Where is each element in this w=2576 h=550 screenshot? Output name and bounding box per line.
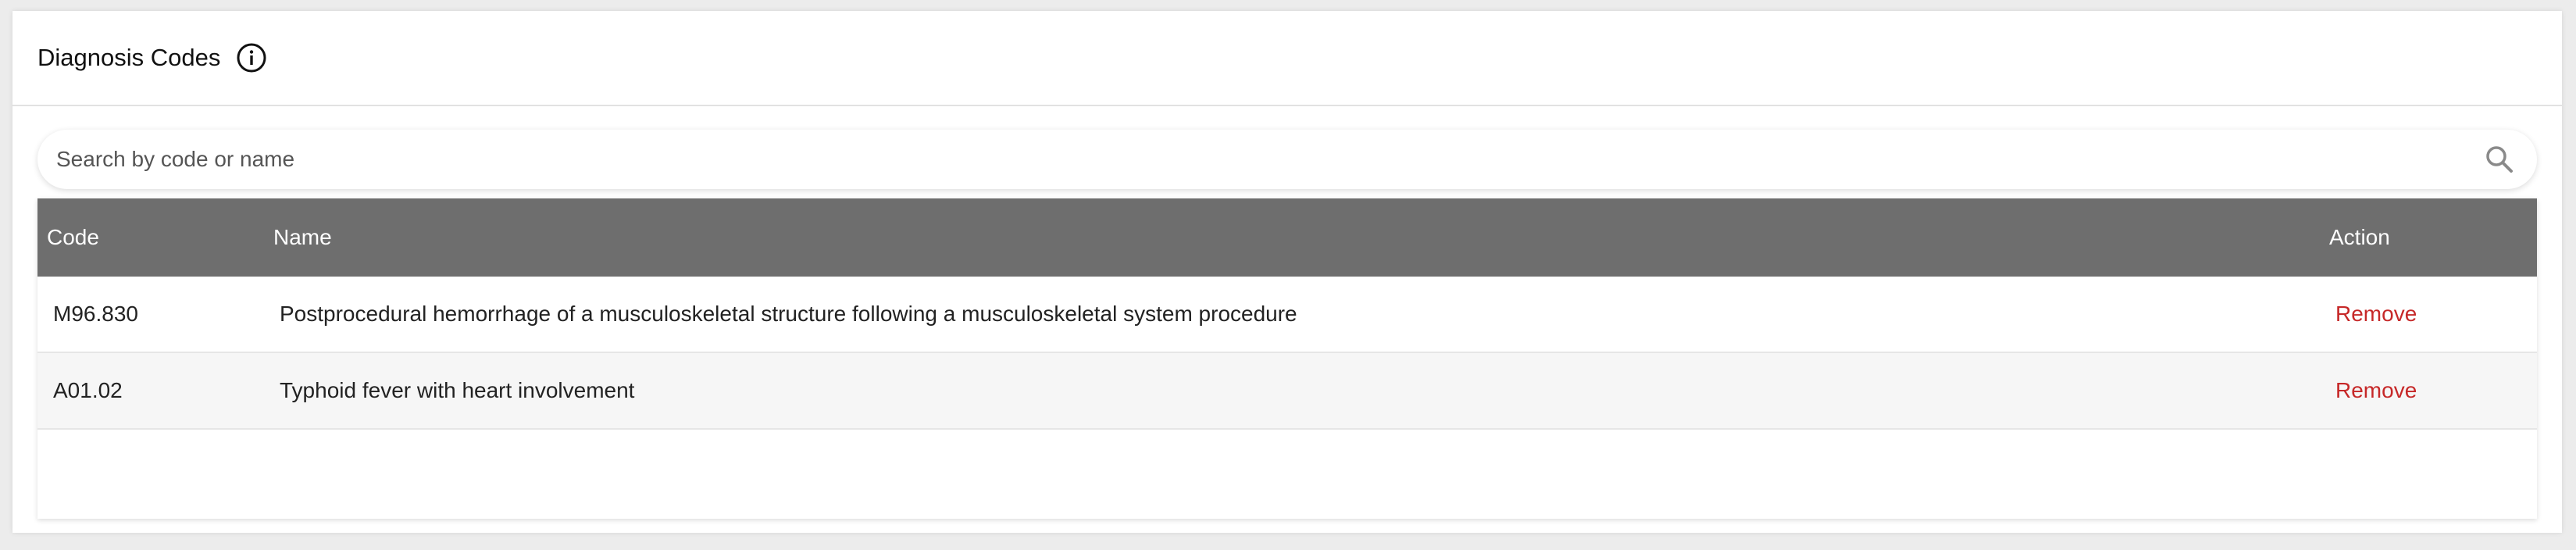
diagnosis-codes-table: Code Name Action M96.830 Postprocedural … <box>37 198 2537 519</box>
cell-name: Typhoid fever with heart involvement <box>280 378 635 402</box>
search-input[interactable] <box>55 146 2482 173</box>
diagnosis-codes-panel: Diagnosis Codes Code Name Action M96.830… <box>12 11 2562 533</box>
cell-name: Postprocedural hemorrhage of a musculosk… <box>280 302 1297 326</box>
cell-code: A01.02 <box>53 378 123 402</box>
table-row: A01.02 Typhoid fever with heart involvem… <box>37 353 2537 430</box>
panel-header: Diagnosis Codes <box>12 11 2562 106</box>
remove-button[interactable]: Remove <box>2335 302 2417 326</box>
column-header-name: Name <box>273 225 332 249</box>
panel-title: Diagnosis Codes <box>37 44 221 71</box>
cell-action: Remove <box>2329 378 2537 403</box>
cell-action: Remove <box>2329 302 2537 327</box>
search-box[interactable] <box>37 130 2537 189</box>
column-header-code: Code <box>47 225 99 249</box>
remove-button[interactable]: Remove <box>2335 378 2417 402</box>
table-header: Code Name Action <box>37 198 2537 277</box>
column-header-action: Action <box>2329 225 2390 249</box>
search-icon[interactable] <box>2482 142 2517 177</box>
cell-code: M96.830 <box>53 302 138 326</box>
table-row: M96.830 Postprocedural hemorrhage of a m… <box>37 277 2537 353</box>
info-circle-icon[interactable] <box>236 42 267 73</box>
